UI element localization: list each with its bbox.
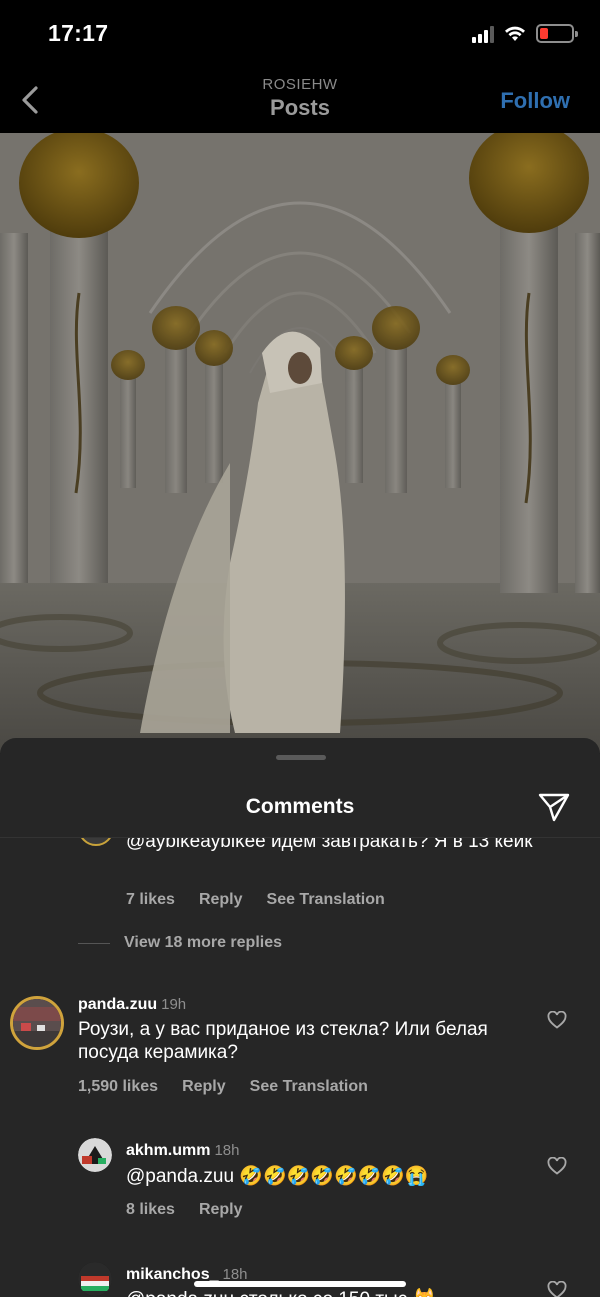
heart-icon[interactable] (547, 1011, 567, 1029)
comment-username[interactable]: akhm.umm (126, 1142, 210, 1159)
sheet-grabber[interactable] (276, 755, 326, 760)
comment-header: panda.zuu 19h (78, 992, 186, 1016)
comment-time: 19h (161, 996, 187, 1013)
reply-button[interactable]: Reply (199, 891, 243, 909)
cellular-signal-icon (472, 25, 494, 43)
see-translation-button[interactable]: See Translation (267, 891, 385, 909)
reply-button[interactable]: Reply (199, 1201, 243, 1219)
comments-list[interactable]: @aybikeaybikee идем завтракать? Я в 13 к… (0, 838, 600, 1297)
comments-sheet: Comments @aybikeaybikee идем завтракать?… (0, 738, 600, 1297)
heart-icon[interactable] (547, 1157, 567, 1175)
follow-button[interactable]: Follow (500, 88, 570, 114)
share-send-icon[interactable] (536, 790, 572, 824)
comment-text: @panda.zuu 🤣🤣🤣🤣🤣🤣🤣😭 (126, 1166, 429, 1187)
avatar[interactable] (10, 996, 64, 1050)
battery-level (540, 28, 549, 39)
see-translation-button[interactable]: See Translation (250, 1078, 368, 1096)
status-time: 17:17 (48, 20, 109, 46)
comment-header: akhm.umm 18h (126, 1138, 240, 1162)
avatar[interactable] (78, 1262, 112, 1296)
nav-bar: ROSIEHW Posts Follow (0, 68, 600, 133)
likes-count[interactable]: 1,590 likes (78, 1078, 158, 1096)
view-more-line (78, 942, 110, 944)
comment-actions: 8 likes Reply (126, 1201, 243, 1219)
comment-text: @aybikeaybikee идем завтракать? Я в 13 к… (126, 838, 533, 852)
likes-count[interactable]: 8 likes (126, 1201, 175, 1219)
heart-icon[interactable] (547, 1281, 567, 1297)
comment-username[interactable]: panda.zuu (78, 996, 157, 1013)
status-icons (472, 24, 578, 43)
reply-button[interactable]: Reply (182, 1078, 226, 1096)
avatar-image (13, 999, 61, 1047)
comment-text: @panda.zuu столько со 150 тыс 🙀 (126, 1288, 526, 1297)
mosque-photo-illustration (0, 133, 600, 753)
avatar[interactable] (78, 838, 114, 846)
view-more-label: View 18 more replies (124, 934, 283, 951)
wifi-icon (505, 26, 525, 41)
home-indicator[interactable] (194, 1281, 406, 1287)
comment-text: Роузи, а у вас приданое из стекла? Или б… (78, 1019, 488, 1063)
likes-count[interactable]: 7 likes (126, 891, 175, 909)
battery-icon (536, 24, 578, 43)
avatar-image (78, 1138, 112, 1172)
avatar-image (78, 1262, 112, 1296)
comment-actions: 7 likes Reply See Translation (126, 891, 385, 909)
comments-title: Comments (245, 795, 355, 818)
comment-actions: 1,590 likes Reply See Translation (78, 1078, 368, 1096)
view-more-replies-button[interactable]: View 18 more replies (78, 934, 282, 952)
post-photo[interactable] (0, 133, 600, 753)
comment-time: 18h (214, 1142, 240, 1159)
avatar[interactable] (78, 1138, 112, 1172)
status-bar: 17:17 (0, 0, 600, 68)
